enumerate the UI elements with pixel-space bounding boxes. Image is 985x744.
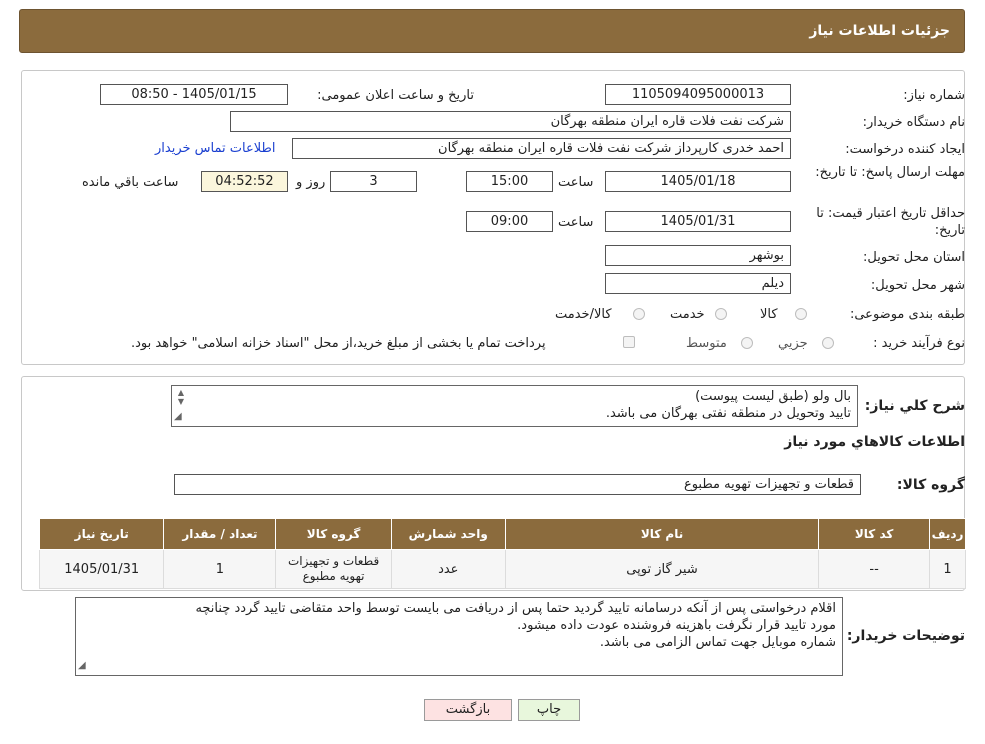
process-label: نوع فرآیند خرید : — [873, 336, 965, 351]
announce-label: تاریخ و ساعت اعلان عمومی: — [317, 88, 474, 103]
cell-goods-group: قطعات و تجهیزات تهویه مطبوع — [275, 549, 392, 589]
buyer-contact-link[interactable]: اطلاعات تماس خریدار — [155, 141, 275, 156]
buyer-notes-line-1: اقلام درخواستی پس از آنکه درسامانه تایید… — [195, 601, 836, 616]
remaining-days-field: 3 — [330, 171, 417, 192]
col-header-item-name: نام کالا — [504, 518, 820, 550]
category-service-radio[interactable] — [715, 308, 727, 320]
process-medium-radio[interactable] — [741, 337, 753, 349]
goods-group-field: قطعات و تجهیزات تهویه مطبوع — [174, 474, 861, 495]
treasury-payment-checkbox[interactable] — [623, 336, 635, 348]
reply-deadline-label: مهلت ارسال پاسخ: تا تاریخ: — [815, 165, 965, 180]
cell-row-number: 1 — [929, 549, 966, 589]
buyer-org-field: شرکت نفت فلات قاره ایران منطقه بهرگان — [230, 111, 791, 132]
buyer-notes-textarea[interactable]: اقلام درخواستی پس از آنکه درسامانه تایید… — [75, 597, 843, 676]
cell-item-code: -- — [818, 549, 931, 589]
summary-textarea[interactable]: بال ولو (طبق لیست پیوست) تایید وتحویل در… — [171, 385, 858, 427]
back-button[interactable]: بازگشت — [424, 699, 512, 721]
goods-info-title: اطلاعات کالاهاي مورد نیاز — [784, 434, 965, 450]
category-label: طبقه بندی موضوعی: — [849, 307, 965, 322]
resize-grip-icon[interactable]: ◢ — [174, 408, 182, 425]
col-header-need-date: تاریخ نیاز — [38, 518, 165, 550]
need-number-label: شماره نیاز: — [903, 88, 965, 103]
buyer-notes-line-3: شماره موبایل جهت تماس الزامی می باشد. — [599, 635, 836, 650]
print-button[interactable]: چاپ — [518, 699, 580, 721]
col-header-item-code: کد کالا — [818, 518, 931, 550]
cell-unit: عدد — [390, 549, 506, 589]
province-field: بوشهر — [605, 245, 791, 266]
resize-grip-icon[interactable]: ◢ — [78, 657, 86, 674]
category-both-radio[interactable] — [633, 308, 645, 320]
cell-quantity: 1 — [163, 549, 277, 589]
process-medium-label: متوسط — [686, 336, 727, 351]
page-title: جزئیات اطلاعات نیاز — [809, 23, 950, 39]
price-validity-time-field: 09:00 — [466, 211, 553, 232]
table-row: 1 -- شیر گاز توپی عدد قطعات و تجهیزات ته… — [38, 549, 966, 589]
category-both-label: کالا/خدمت — [555, 307, 612, 322]
process-partial-label: جزیي — [778, 336, 808, 351]
summary-line-1: بال ولو (طبق لیست پیوست) — [695, 389, 851, 404]
province-label: استان محل تحویل: — [863, 250, 965, 265]
buyer-notes-label: توضیحات خریدار: — [846, 628, 965, 644]
price-validity-date-field: 1405/01/31 — [605, 211, 791, 232]
table-header-row: ردیف کد کالا نام کالا واحد شمارش گروه کا… — [38, 518, 966, 550]
reply-time-label: ساعت — [558, 175, 594, 190]
creator-field: احمد خدری کارپرداز شرکت نفت فلات قاره ای… — [292, 138, 791, 159]
city-label: شهر محل تحویل: — [870, 278, 965, 293]
scroll-arrows-icon[interactable]: ▲ ▼ — [174, 388, 188, 406]
col-header-row-number: ردیف — [929, 518, 966, 550]
treasury-payment-note: پرداخت تمام یا بخشی از مبلغ خرید،از محل … — [131, 336, 546, 351]
summary-label: شرح کلي نیاز: — [864, 398, 965, 414]
remaining-time-field: 04:52:52 — [201, 171, 288, 192]
announce-datetime-field: 1405/01/15 - 08:50 — [100, 84, 288, 105]
goods-group-label: گروه کالا: — [896, 477, 965, 493]
creator-label: ایجاد کننده درخواست: — [845, 142, 965, 157]
days-label: روز و — [296, 175, 326, 190]
need-number-field: 1105094095000013 — [605, 84, 791, 105]
process-partial-radio[interactable] — [822, 337, 834, 349]
buyer-notes-line-2: مورد تایید قرار نگرفت باهزینه فروشنده عو… — [517, 618, 836, 633]
summary-line-2: تایید وتحویل در منطقه نفتی بهرگان می باش… — [605, 406, 851, 421]
cell-need-date: 1405/01/31 — [38, 549, 165, 589]
price-validity-label: حداقل تاریخ اعتبار قیمت: تا تاریخ: — [816, 206, 965, 238]
cell-item-name: شیر گاز توپی — [504, 549, 820, 589]
reply-time-field: 15:00 — [466, 171, 553, 192]
category-goods-radio[interactable] — [795, 308, 807, 320]
price-time-label: ساعت — [558, 215, 594, 230]
goods-table: ردیف کد کالا نام کالا واحد شمارش گروه کا… — [38, 518, 966, 589]
reply-date-field: 1405/01/18 — [605, 171, 791, 192]
buyer-org-label: نام دستگاه خریدار: — [862, 115, 965, 130]
category-goods-label: کالا — [760, 307, 778, 322]
page-header: جزئیات اطلاعات نیاز — [19, 9, 965, 53]
remaining-time-label: ساعت باقي مانده — [82, 175, 179, 190]
city-field: دیلم — [605, 273, 791, 294]
col-header-unit: واحد شمارش — [390, 518, 506, 550]
col-header-goods-group: گروه کالا — [275, 518, 392, 550]
col-header-quantity: تعداد / مقدار — [163, 518, 277, 550]
category-service-label: خدمت — [670, 307, 705, 322]
